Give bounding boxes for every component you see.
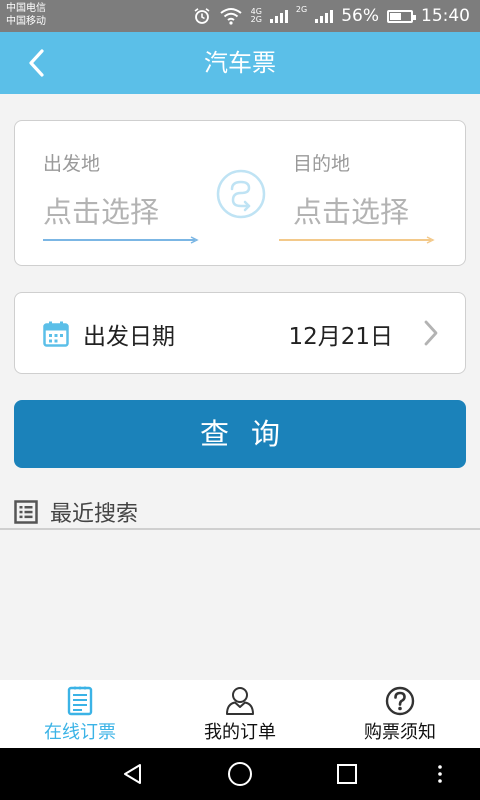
tab-purchase-notice-label: 购票须知 bbox=[364, 722, 436, 743]
status-icons: 4G 2G 2G 56% 15:40 bbox=[193, 0, 470, 32]
triangle-back-icon bbox=[124, 764, 141, 784]
origin-arrow-icon bbox=[190, 236, 199, 244]
status-bar: 中国电信 中国移动 4G 2G 2G 56% 15:40 bbox=[0, 0, 480, 32]
battery-fill bbox=[390, 12, 402, 20]
tab-purchase-notice[interactable]: 购票须知 bbox=[320, 680, 480, 748]
destination-arrow-icon bbox=[426, 236, 435, 244]
network-type-4g-2g: 4G 2G bbox=[251, 8, 262, 24]
wifi-icon bbox=[219, 8, 242, 25]
origin-selector[interactable]: 出发地 点击选择 bbox=[43, 121, 203, 267]
square-recents-icon bbox=[337, 764, 357, 784]
net-2g-label: 2G bbox=[250, 15, 262, 24]
bottom-tab-bar: 在线订票 我的订单 购票须知 bbox=[0, 680, 480, 748]
query-button[interactable]: 查询 bbox=[14, 400, 466, 468]
nav-home-button[interactable] bbox=[210, 748, 270, 800]
nav-back-button[interactable] bbox=[103, 748, 163, 800]
origin-value: 点击选择 bbox=[43, 195, 160, 229]
page-title: 汽车票 bbox=[204, 49, 276, 77]
alarm-icon bbox=[194, 8, 210, 24]
chevron-right-icon bbox=[424, 320, 438, 346]
more-vertical-icon bbox=[438, 765, 442, 783]
destination-selector[interactable]: 目的地 点击选择 bbox=[279, 121, 439, 267]
destination-underline bbox=[279, 239, 431, 241]
swap-button[interactable] bbox=[216, 169, 266, 219]
recent-searches-header: 最近搜索 bbox=[0, 496, 480, 530]
calendar-icon bbox=[43, 321, 69, 347]
departure-date-label: 出发日期 bbox=[83, 324, 175, 350]
departure-date-value: 12月21日 bbox=[288, 324, 393, 350]
signal-icon-1 bbox=[269, 9, 288, 23]
battery-icon bbox=[387, 9, 416, 23]
system-navigation-bar bbox=[0, 748, 480, 800]
carrier-1: 中国电信 bbox=[6, 3, 46, 14]
recent-searches-label: 最近搜索 bbox=[50, 502, 139, 527]
chevron-left-icon bbox=[29, 49, 44, 77]
network-type-2g: 2G bbox=[295, 5, 308, 14]
signal-icon-2 bbox=[315, 9, 334, 23]
tab-online-booking[interactable]: 在线订票 bbox=[0, 680, 160, 748]
departure-date-row[interactable]: 出发日期 12月21日 bbox=[14, 292, 466, 374]
back-button[interactable] bbox=[16, 41, 56, 85]
swap-icon bbox=[216, 169, 266, 219]
carrier-2: 中国移动 bbox=[6, 16, 46, 27]
tab-online-booking-label: 在线订票 bbox=[44, 722, 116, 743]
battery-percent: 56% bbox=[341, 6, 379, 26]
tab-my-orders[interactable]: 我的订单 bbox=[160, 680, 320, 748]
user-icon bbox=[226, 687, 254, 715]
question-icon bbox=[385, 686, 415, 716]
carrier-info: 中国电信 中国移动 bbox=[6, 2, 46, 28]
tab-my-orders-label: 我的订单 bbox=[204, 722, 276, 743]
app-bar: 汽车票 bbox=[0, 32, 480, 94]
destination-value: 点击选择 bbox=[293, 195, 410, 229]
origin-label: 出发地 bbox=[43, 153, 101, 175]
destination-label: 目的地 bbox=[293, 153, 351, 175]
origin-underline bbox=[43, 239, 195, 241]
circle-home-icon bbox=[228, 762, 252, 786]
clock: 15:40 bbox=[421, 6, 470, 26]
route-card: 出发地 点击选择 目的地 点击选择 bbox=[14, 120, 466, 266]
nav-recents-button[interactable] bbox=[317, 748, 377, 800]
nav-menu-button[interactable] bbox=[410, 748, 470, 800]
ticket-list-icon bbox=[67, 686, 93, 716]
list-icon bbox=[14, 500, 38, 524]
